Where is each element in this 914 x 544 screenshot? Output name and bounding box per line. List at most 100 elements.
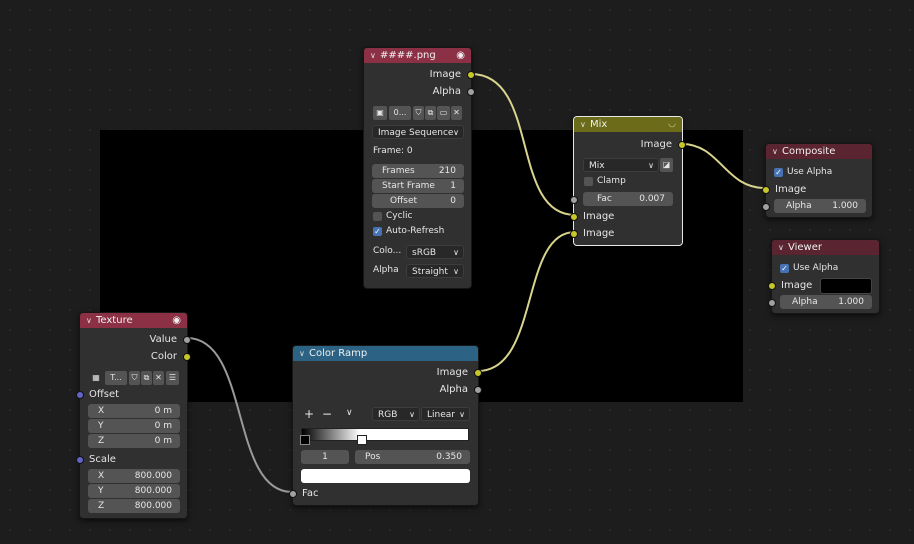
ramp-menu-button[interactable]: ∨ [346,408,353,418]
texture-output-color-socket[interactable] [183,353,191,361]
composite-node[interactable]: ∨ Composite ✓ Use Alpha Image Alpha 1.000 [762,143,873,218]
viewer-use-alpha-checkbox[interactable]: ✓ [780,264,789,273]
preview-eye-icon[interactable]: ◉ [172,313,181,328]
start-frame-field[interactable]: Start Frame 1 [372,179,464,193]
collapse-chevron-icon[interactable]: ∨ [772,144,782,159]
texture-output-value-socket[interactable] [183,336,191,344]
duplicate-icon[interactable]: ⧉ [141,371,152,385]
collapse-chevron-icon[interactable]: ∨ [299,346,309,361]
composite-use-alpha-checkbox[interactable]: ✓ [774,168,783,177]
offset-section-label: Offset [89,389,120,400]
color-mode-dropdown[interactable]: RGB ∨ [372,407,420,421]
colorramp-input-fac-socket[interactable] [289,490,297,498]
texture-browse-checker-icon[interactable]: ▦ [89,371,103,385]
color-ramp-gradient[interactable] [301,428,469,441]
offset-x-field[interactable]: X 0 m [88,404,180,418]
colorramp-node[interactable]: ∨ Color Ramp Image Alpha + − ∨ RGB ∨ Linea… [289,345,482,506]
fake-user-shield-icon[interactable]: ⛉ [129,371,140,385]
mix-input-image2-socket[interactable] [570,230,578,238]
unlink-close-icon[interactable]: ✕ [153,371,164,385]
unlink-close-icon[interactable]: ✕ [451,106,462,120]
output-image-socket[interactable] [467,71,475,79]
chevron-down-icon: ∨ [453,267,459,276]
collapse-chevron-icon[interactable]: ∨ [580,117,590,132]
composite-input-image-socket[interactable] [762,186,770,194]
chevron-down-icon: ∨ [648,161,654,170]
collapse-chevron-icon[interactable]: ∨ [778,240,788,255]
mix-node-header[interactable]: ∨ Mix ◡ [574,117,682,132]
frame-label: Frame: 0 [373,146,413,156]
use-alpha-toggle-icon[interactable]: ◪ [660,158,673,172]
texture-settings-icon[interactable]: ☰ [166,371,179,385]
viewer-image-color-swatch[interactable] [820,278,872,294]
chevron-down-icon: ∨ [459,410,465,419]
collapse-chevron-icon[interactable]: ∨ [370,48,380,63]
image-name-field[interactable]: 0... [389,106,411,120]
frames-field[interactable]: Frames 210 [372,164,464,178]
ramp-stop-white-handle[interactable] [357,435,367,445]
scale-x-field[interactable]: X 800.000 [88,469,180,483]
viewer-input-alpha-socket[interactable] [768,299,776,307]
add-stop-button[interactable]: + [304,407,314,421]
texture-name-field[interactable]: T... [105,371,127,385]
offset-y-field[interactable]: Y 0 m [88,419,180,433]
scale-z-field[interactable]: Z 800.000 [88,499,180,513]
colorspace-dropdown[interactable]: sRGB ∨ [406,245,464,259]
image-source-dropdown[interactable]: Image Sequence ∨ [372,125,464,139]
composite-input-alpha-socket[interactable] [762,203,770,211]
stop-pos-label: Pos [365,452,381,462]
chevron-down-icon: ∨ [453,248,459,257]
ramp-stop-black-handle[interactable] [300,435,310,445]
offset-z-field[interactable]: Z 0 m [88,434,180,448]
interpolation-dropdown[interactable]: Linear ∨ [421,407,470,421]
image-node-header[interactable]: ∨ ####.png ◉ [364,48,471,63]
mix-input-image1-socket[interactable] [570,213,578,221]
open-folder-icon[interactable]: ▭ [437,106,450,120]
composite-use-alpha-label: Use Alpha [787,167,833,177]
stop-color-swatch[interactable] [301,469,470,483]
offset-z-label: Z [98,436,105,446]
composite-node-header[interactable]: ∨ Composite [766,144,872,159]
chevron-down-icon: ∨ [409,410,415,419]
clamp-checkbox[interactable] [584,177,593,186]
link-colorramp-to-mix [477,231,576,372]
image-node[interactable]: ∨ ####.png ◉ Image Alpha ▣ 0... ⛉ ⧉ ▭ ✕ I… [363,47,475,289]
collapse-chevron-icon[interactable]: ∨ [86,313,96,328]
fake-user-shield-icon[interactable]: ⛉ [413,106,424,120]
fac-field[interactable]: Fac 0.007 [583,192,673,206]
stop-index-field[interactable]: 1 [301,450,349,464]
output-alpha-socket[interactable] [467,88,475,96]
viewer-node-header[interactable]: ∨ Viewer [772,240,879,255]
stop-pos-field[interactable]: Pos 0.350 [355,450,470,464]
stop-index-value: 1 [322,452,328,462]
cyclic-checkbox[interactable] [373,212,382,221]
offset-input-socket[interactable] [76,391,84,399]
mix-node[interactable]: ∨ Mix ◡ Image Mix ∨ ◪ Clamp Fac 0.007 Image… [570,116,686,246]
viewer-alpha-field[interactable]: Alpha 1.000 [780,295,872,309]
texture-node-header[interactable]: ∨ Texture ◉ [80,313,187,328]
blend-mode-dropdown[interactable]: Mix ∨ [583,158,659,172]
scale-input-socket[interactable] [76,456,84,464]
cyclic-label: Cyclic [386,211,413,221]
remove-stop-button[interactable]: − [322,407,332,421]
scale-y-value: 800.000 [134,486,172,496]
offset-field[interactable]: Offset 0 [372,194,464,208]
colorramp-output-alpha-socket[interactable] [474,386,482,394]
duplicate-icon[interactable]: ⧉ [425,106,436,120]
scale-y-field[interactable]: Y 800.000 [88,484,180,498]
viewer-node[interactable]: ∨ Viewer ✓ Use Alpha Image Alpha 1.000 [768,239,880,314]
scale-y-label: Y [98,486,104,496]
image-browse-icon[interactable]: ▣ [373,106,387,120]
texture-node[interactable]: ∨ Texture ◉ Value Color ▦ T... ⛉ ⧉ ✕ ☰ Of… [76,312,191,519]
colorramp-output-image-socket[interactable] [474,369,482,377]
mix-output-image-socket[interactable] [678,141,686,149]
colorramp-node-header[interactable]: ∨ Color Ramp [293,346,478,361]
interpolation-value: Linear [427,410,455,420]
viewer-input-image-socket[interactable] [768,282,776,290]
composite-alpha-field[interactable]: Alpha 1.000 [774,199,866,213]
node-options-icon[interactable]: ◡ [668,117,676,132]
alpha-mode-dropdown[interactable]: Straight ∨ [406,264,464,278]
auto-refresh-checkbox[interactable]: ✓ [373,227,382,236]
fac-input-socket[interactable] [570,196,578,204]
preview-eye-icon[interactable]: ◉ [456,48,465,63]
